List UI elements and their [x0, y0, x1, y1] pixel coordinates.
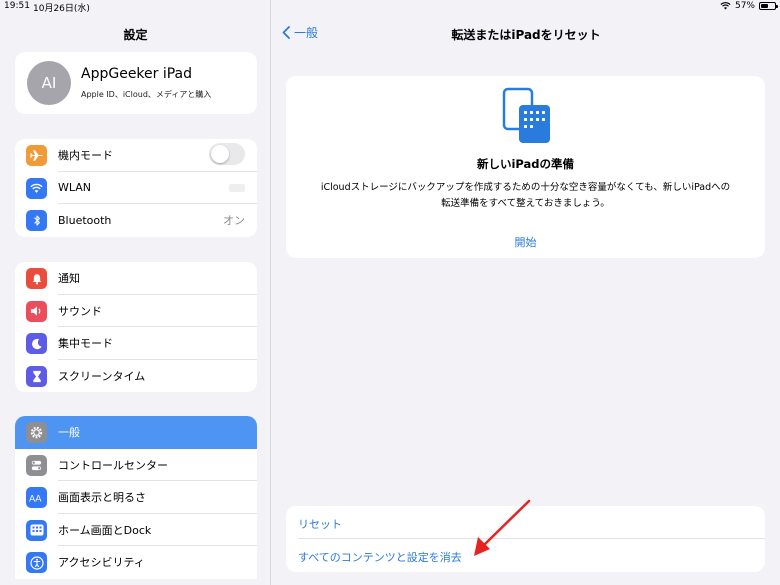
bell-icon — [26, 268, 47, 289]
ipads-icon — [502, 87, 550, 143]
sidebar-item-bluetooth[interactable]: Bluetooth オン — [15, 204, 257, 237]
wifi-status-icon — [720, 2, 731, 10]
status-time: 19:51 — [4, 1, 30, 11]
settings-group-general: 一般 コントロールセンター AA 画面表示と明るさ ホーム画面とDock アクセ… — [15, 416, 257, 579]
sidebar-title: 設定 — [123, 28, 148, 42]
sidebar-item-label: 一般 — [58, 426, 80, 440]
accessibility-icon — [26, 552, 47, 573]
speaker-icon — [26, 300, 47, 322]
card-description-line: 転送準備をすべて整えておきましょう。 — [441, 198, 610, 209]
moon-icon — [26, 333, 47, 354]
card-description: iCloudストレージにバックアップを作成するための十分な空き容量がなくても、新… — [296, 180, 755, 212]
erase-all-button[interactable]: すべてのコンテンツと設定を消去 — [298, 549, 462, 565]
sidebar-item-home-screen[interactable]: ホーム画面とDock — [15, 514, 257, 546]
profile-name: AppGeeker iPad — [81, 66, 193, 82]
sidebar-item-wlan[interactable]: WLAN — [15, 172, 257, 204]
avatar: AI — [27, 61, 71, 105]
wifi-icon — [26, 177, 47, 199]
card-title: 新しいiPadの準備 — [476, 157, 575, 171]
airplane-toggle[interactable] — [209, 143, 245, 165]
sidebar: 設定 AI AppGeeker iPad Apple ID、iCloud、メディ… — [0, 0, 271, 585]
status-bar: 19:51 10月26日(水) 57% — [0, 0, 780, 14]
status-right: 57% — [720, 1, 778, 11]
settings-group-notifications: 通知 サウンド 集中モード スクリーンタイム — [15, 262, 257, 392]
switches-icon — [26, 454, 47, 476]
page-title: 転送またはiPadをリセット — [451, 28, 601, 42]
sidebar-item-label: コントロールセンター — [58, 458, 168, 472]
settings-group-connectivity: 機内モード WLAN Bluetooth オン — [15, 139, 257, 237]
bluetooth-status: オン — [223, 214, 245, 228]
profile-card[interactable]: AI AppGeeker iPad Apple ID、iCloud、メディアと購… — [15, 52, 257, 114]
status-date: 10月26日(水) — [33, 4, 90, 14]
hourglass-icon — [26, 365, 47, 387]
text-size-icon: AA — [26, 487, 47, 508]
sidebar-item-screen-time[interactable]: スクリーンタイム — [15, 360, 257, 393]
bluetooth-icon — [26, 210, 47, 231]
sidebar-item-focus[interactable]: 集中モード — [15, 327, 257, 360]
reset-row[interactable]: リセット — [286, 506, 765, 539]
reset-button[interactable]: リセット — [298, 516, 342, 532]
sidebar-item-label: アクセシビリティ — [58, 556, 145, 570]
battery-percent: 57% — [734, 1, 755, 11]
detail-pane: 一般 転送またはiPadをリセット 新しいiPadの準備 iCloudストレージ… — [272, 0, 780, 585]
sidebar-item-label: サウンド — [58, 304, 102, 318]
battery-icon — [759, 2, 778, 10]
wlan-value-redacted — [229, 183, 245, 192]
prepare-new-ipad-card: 新しいiPadの準備 iCloudストレージにバックアップを作成するための十分な… — [286, 76, 765, 258]
profile-subtitle: Apple ID、iCloud、メディアと購入 — [81, 90, 212, 99]
sidebar-item-sound[interactable]: サウンド — [15, 295, 257, 327]
reset-options: リセット すべてのコンテンツと設定を消去 — [286, 506, 765, 572]
sidebar-item-label: 通知 — [58, 272, 80, 286]
gear-icon — [26, 422, 47, 443]
svg-text:AA: AA — [29, 494, 42, 503]
card-description-line: iCloudストレージにバックアップを作成するための十分な空き容量がなくても、新… — [320, 182, 731, 193]
grid-icon — [26, 519, 47, 541]
airplane-icon — [26, 145, 47, 166]
sidebar-item-control-center[interactable]: コントロールセンター — [15, 449, 257, 481]
sidebar-item-label: ホーム画面とDock — [58, 523, 152, 537]
sidebar-item-general[interactable]: 一般 — [15, 416, 257, 449]
sidebar-item-notifications[interactable]: 通知 — [15, 262, 257, 295]
sidebar-item-label: Bluetooth — [58, 213, 112, 227]
sidebar-item-label: スクリーンタイム — [58, 369, 146, 383]
sidebar-item-label: 集中モード — [58, 337, 113, 351]
sidebar-item-display[interactable]: AA 画面表示と明るさ — [15, 481, 257, 514]
sidebar-item-label: 機内モード — [58, 149, 113, 163]
start-button[interactable]: 開始 — [286, 234, 765, 250]
erase-row[interactable]: すべてのコンテンツと設定を消去 — [286, 539, 765, 572]
sidebar-item-accessibility[interactable]: アクセシビリティ — [15, 546, 257, 579]
sidebar-item-label: 画面表示と明るさ — [58, 491, 146, 505]
sidebar-item-airplane[interactable]: 機内モード — [15, 139, 257, 172]
sidebar-item-label: WLAN — [58, 181, 92, 195]
